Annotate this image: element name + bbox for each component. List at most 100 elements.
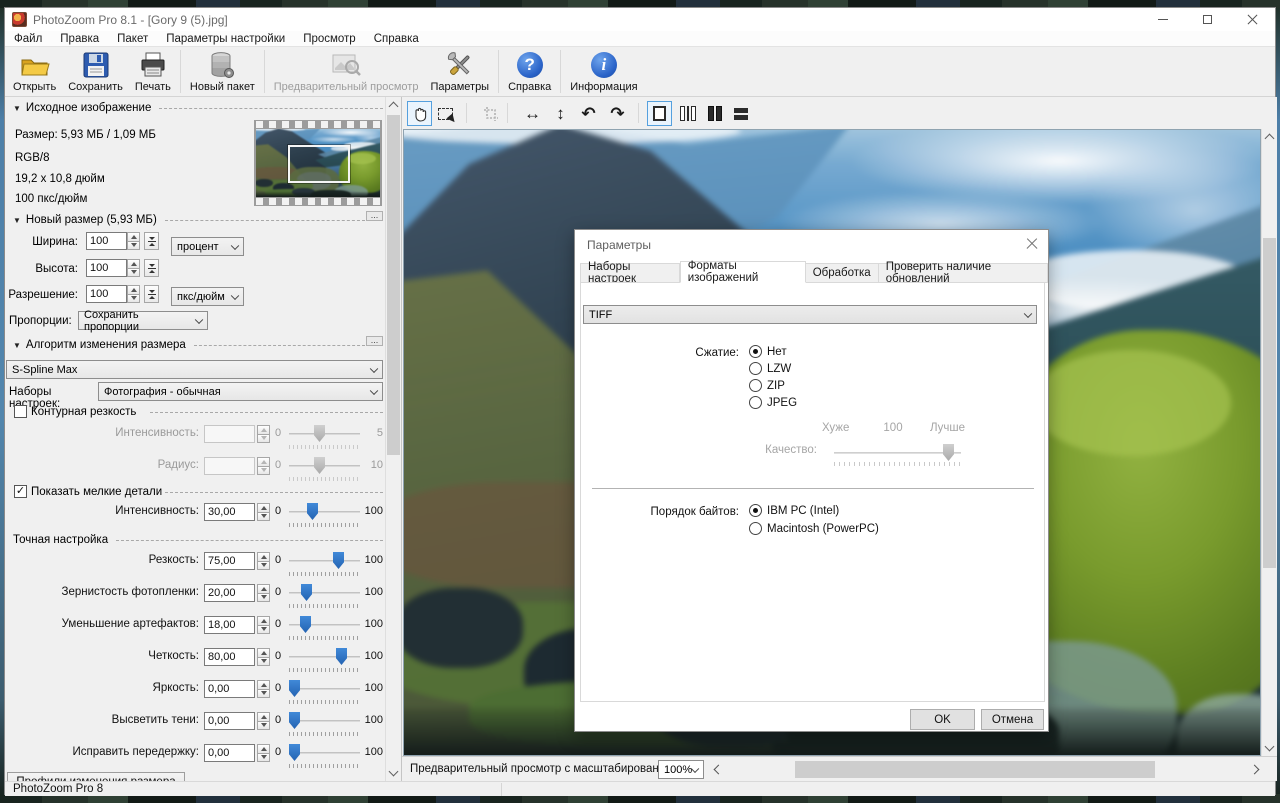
resolution-unit-select[interactable]: пкс/дюйм xyxy=(171,287,244,306)
section-source-image[interactable]: ▼ Исходное изображение xyxy=(13,102,383,114)
radio-label-zip[interactable]: ZIP xyxy=(767,380,785,392)
spinner-down[interactable] xyxy=(257,513,270,522)
tab-presets[interactable]: Наборы настроек xyxy=(580,263,680,283)
rotate-right-button[interactable]: ↷ xyxy=(605,101,630,126)
crop-rectangle[interactable] xyxy=(288,145,350,183)
flip-vertical-button[interactable]: ↕ xyxy=(548,101,573,126)
menu-batch[interactable]: Пакет xyxy=(108,33,157,45)
height-input[interactable]: 100 xyxy=(86,259,127,277)
slider-track[interactable] xyxy=(289,656,360,658)
preview-horizontal-scrollbar[interactable] xyxy=(728,761,1243,778)
hand-tool-button[interactable] xyxy=(407,101,432,126)
height-constrain-button[interactable] xyxy=(144,259,159,277)
close-button[interactable] xyxy=(1230,8,1275,31)
spinner-up[interactable] xyxy=(257,712,270,722)
view-single-button[interactable] xyxy=(647,101,672,126)
scroll-up-icon[interactable] xyxy=(1265,134,1275,144)
unsharp-checkbox[interactable] xyxy=(14,405,27,418)
radio-byte-order-intel[interactable] xyxy=(749,504,762,517)
scroll-left-icon[interactable] xyxy=(714,765,724,775)
spinner-down[interactable] xyxy=(257,594,270,603)
menu-edit[interactable]: Правка xyxy=(51,33,108,45)
new-batch-button[interactable]: Новый пакет xyxy=(184,47,261,96)
select-tool-button[interactable] xyxy=(433,101,458,126)
menu-file[interactable]: Файл xyxy=(5,33,51,45)
scroll-up-icon[interactable] xyxy=(389,102,399,112)
spinner-up[interactable] xyxy=(257,616,270,626)
value-input[interactable]: 75,00 xyxy=(204,552,255,570)
print-button[interactable]: Печать xyxy=(129,47,177,96)
spinner-down[interactable] xyxy=(257,722,270,731)
minimize-button[interactable] xyxy=(1140,8,1185,31)
menu-view[interactable]: Просмотр xyxy=(294,33,365,45)
scroll-down-icon[interactable] xyxy=(389,767,399,777)
slider-thumb[interactable] xyxy=(301,584,312,601)
maximize-button[interactable] xyxy=(1185,8,1230,31)
proportions-select[interactable]: Сохранить пропорции xyxy=(78,311,208,330)
radio-compression-zip[interactable] xyxy=(749,379,762,392)
slider-thumb[interactable] xyxy=(289,744,300,761)
radio-label-macintosh[interactable]: Macintosh (PowerPC) xyxy=(767,523,879,535)
radio-label-none[interactable]: Нет xyxy=(767,346,787,358)
sidebar-scrollbar[interactable] xyxy=(385,97,401,781)
scrollbar-thumb[interactable] xyxy=(387,115,400,455)
view-stacked-button[interactable] xyxy=(728,101,753,126)
spinner-up[interactable] xyxy=(257,744,270,754)
value-input[interactable]: 18,00 xyxy=(204,616,255,634)
slider-track[interactable] xyxy=(289,624,360,626)
menu-settings[interactable]: Параметры настройки xyxy=(157,33,294,45)
radio-label-lzw[interactable]: LZW xyxy=(767,363,791,375)
spinner-up[interactable] xyxy=(127,259,140,269)
slider-thumb[interactable] xyxy=(333,552,344,569)
radio-compression-lzw[interactable] xyxy=(749,362,762,375)
view-split-button[interactable] xyxy=(675,101,700,126)
slider-track[interactable] xyxy=(289,511,360,513)
slider-thumb[interactable] xyxy=(336,648,347,665)
slider-thumb[interactable] xyxy=(307,503,318,520)
value-input[interactable]: 80,00 xyxy=(204,648,255,666)
save-button[interactable]: Сохранить xyxy=(62,47,129,96)
algorithm-select[interactable]: S-Spline Max xyxy=(6,360,383,379)
width-input[interactable]: 100 xyxy=(86,232,127,250)
spinner-up[interactable] xyxy=(257,680,270,690)
radio-label-intel[interactable]: IBM PC (Intel) xyxy=(767,505,839,517)
value-input[interactable]: 0,00 xyxy=(204,744,255,762)
rotate-left-button[interactable]: ↶ xyxy=(576,101,601,126)
info-button[interactable]: i Информация xyxy=(564,47,643,96)
options-button[interactable]: Параметры xyxy=(424,47,495,96)
spinner-up[interactable] xyxy=(257,503,270,513)
radio-compression-jpeg[interactable] xyxy=(749,396,762,409)
tab-processing[interactable]: Обработка xyxy=(806,263,879,283)
preview-vertical-scrollbar[interactable] xyxy=(1261,129,1277,756)
flip-horizontal-button[interactable]: ↔ xyxy=(520,101,545,126)
menu-help[interactable]: Справка xyxy=(365,33,428,45)
width-constrain-button[interactable] xyxy=(144,232,159,250)
value-input[interactable]: 20,00 xyxy=(204,584,255,602)
ok-button[interactable]: OK xyxy=(910,709,975,730)
spinner-up[interactable] xyxy=(127,232,140,242)
presets-select[interactable]: Фотография - обычная xyxy=(98,382,383,401)
value-input[interactable]: 30,00 xyxy=(204,503,255,521)
format-select[interactable]: TIFF xyxy=(583,305,1037,324)
spinner-up[interactable] xyxy=(257,552,270,562)
resolution-constrain-button[interactable] xyxy=(144,285,159,303)
resize-profiles-button[interactable]: Профили изменения размера xyxy=(7,772,185,781)
spinner-down[interactable] xyxy=(127,242,140,251)
scroll-down-icon[interactable] xyxy=(1265,742,1275,752)
slider-track[interactable] xyxy=(289,592,360,594)
spinner-down[interactable] xyxy=(127,295,140,304)
spinner-down[interactable] xyxy=(257,562,270,571)
spinner-down[interactable] xyxy=(257,690,270,699)
size-unit-select[interactable]: процент xyxy=(171,237,244,256)
new-size-more-button[interactable]: ... xyxy=(366,211,383,221)
resolution-input[interactable]: 100 xyxy=(86,285,127,303)
slider-thumb[interactable] xyxy=(289,680,300,697)
spinner-up[interactable] xyxy=(257,648,270,658)
radio-compression-none[interactable] xyxy=(749,345,762,358)
radio-label-jpeg[interactable]: JPEG xyxy=(767,397,797,409)
tab-check-updates[interactable]: Проверить наличие обновлений xyxy=(879,263,1048,283)
spinner-up[interactable] xyxy=(127,285,140,295)
view-side-by-side-button[interactable] xyxy=(702,101,727,126)
scroll-right-icon[interactable] xyxy=(1250,765,1260,775)
spinner-down[interactable] xyxy=(127,269,140,278)
